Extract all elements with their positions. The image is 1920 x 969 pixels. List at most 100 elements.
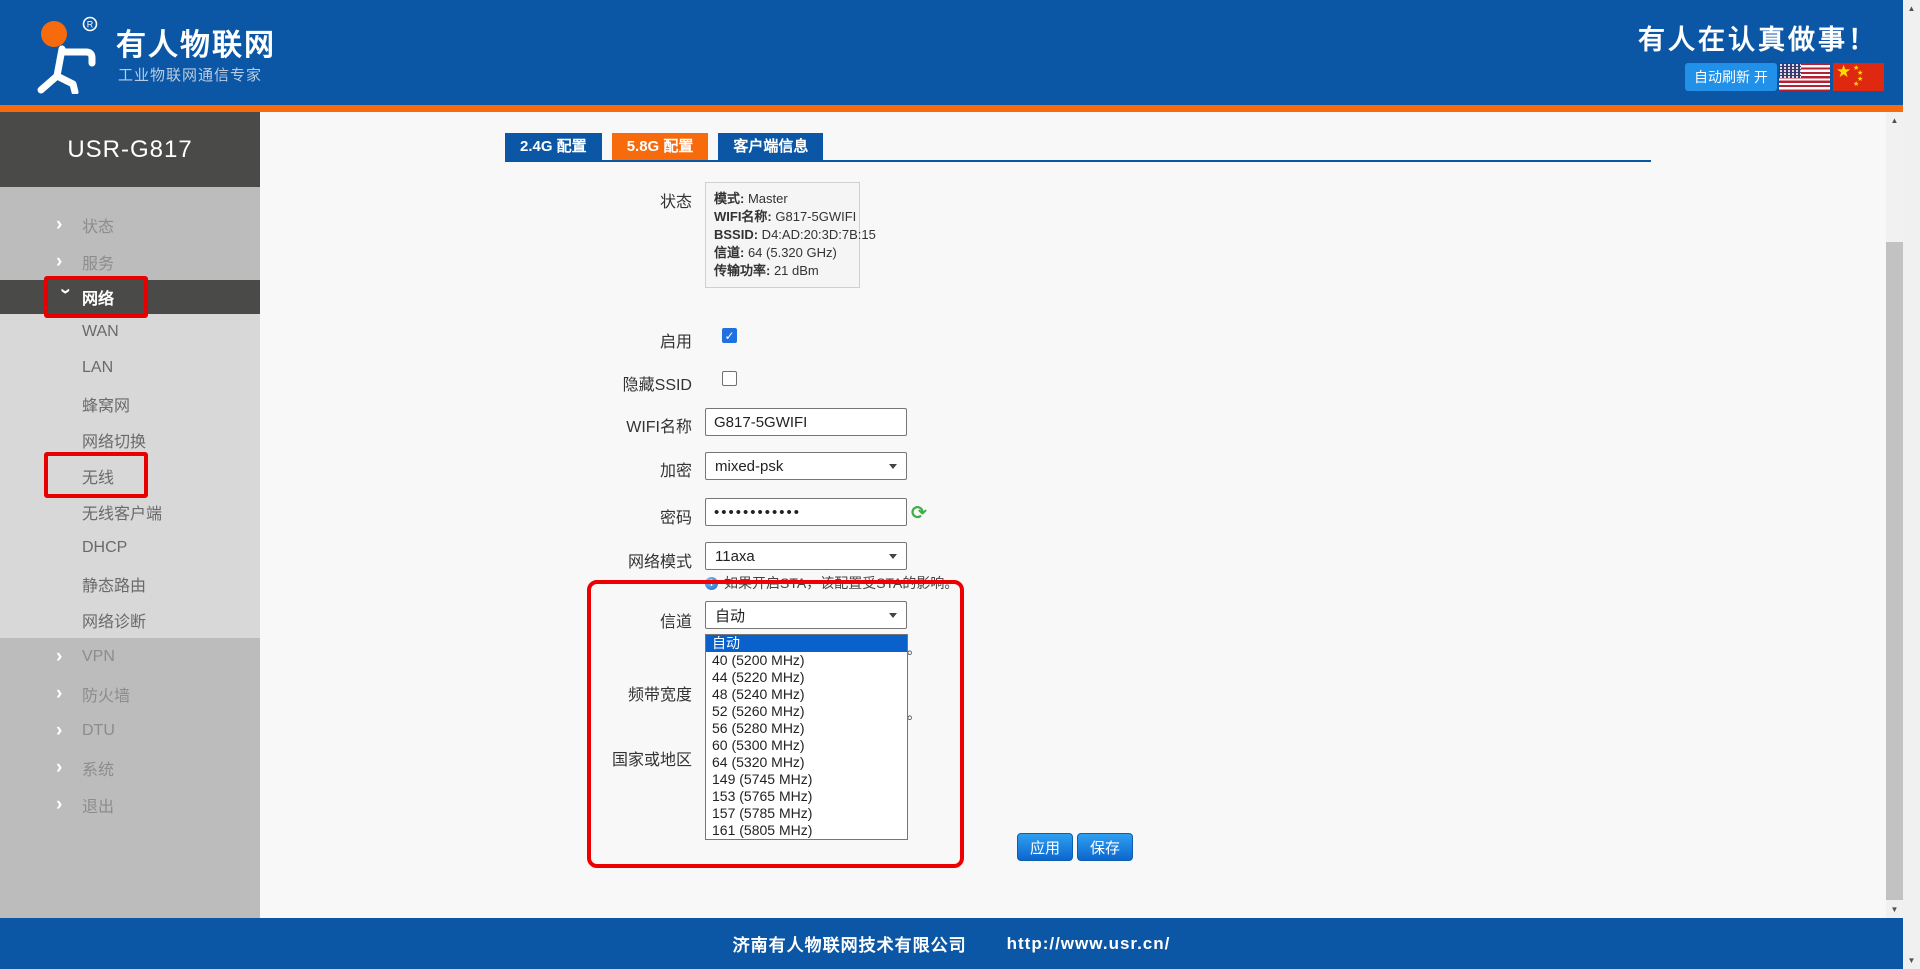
sidebar-item-无线[interactable]: 无线 — [0, 458, 260, 494]
scroll-down-icon[interactable]: ▼ — [1903, 952, 1920, 969]
hide-ssid-checkbox[interactable] — [722, 371, 737, 386]
network-mode-select[interactable]: 11axa — [705, 542, 907, 570]
sidebar-item-label: LAN — [82, 359, 113, 377]
tab-underline — [505, 160, 1651, 162]
status-line: BSSID: D4:AD:20:3D:7B:15 — [714, 226, 851, 244]
content-scrollbar-thumb[interactable] — [1886, 242, 1903, 900]
sidebar-item-label: 防火墙 — [82, 682, 130, 706]
sidebar-item-LAN[interactable]: LAN — [0, 350, 260, 386]
chevron-right-icon: › — [56, 720, 82, 742]
password-label: 密码 — [512, 504, 692, 528]
status-line: 信道: 64 (5.320 GHz) — [714, 244, 851, 262]
sidebar-item-label: 系统 — [82, 756, 114, 780]
sidebar-item-label: 网络切换 — [82, 428, 146, 452]
sidebar-item-label: 状态 — [82, 213, 114, 237]
network-mode-value: 11axa — [715, 548, 755, 565]
status-line: 模式: Master — [714, 190, 851, 208]
channel-option[interactable]: 149 (5745 MHz) — [706, 771, 907, 788]
scroll-up-icon[interactable]: ▲ — [1886, 112, 1903, 129]
chevron-right-icon: › — [56, 757, 82, 779]
sidebar-item-WAN[interactable]: WAN — [0, 314, 260, 350]
sidebar-item-DHCP[interactable]: DHCP — [0, 530, 260, 566]
sidebar-menu: ›状态›服务›网络WANLAN蜂窝网网络切换无线无线客户端DHCP静态路由网络诊… — [0, 206, 260, 823]
channel-option[interactable]: 48 (5240 MHz) — [706, 686, 907, 703]
status-line: WIFI名称: G817-5GWIFI — [714, 208, 851, 226]
star-icon: ★ — [1853, 80, 1859, 88]
channel-option[interactable]: 157 (5785 MHz) — [706, 805, 907, 822]
sidebar-item-网络诊断[interactable]: 网络诊断 — [0, 602, 260, 638]
channel-option[interactable]: 40 (5200 MHz) — [706, 652, 907, 669]
us-flag-language-icon[interactable] — [1779, 63, 1830, 91]
sidebar-item-label: 网络 — [82, 285, 114, 309]
channel-option[interactable]: 64 (5320 MHz) — [706, 754, 907, 771]
channel-label: 信道 — [512, 608, 692, 632]
channel-option[interactable]: 自动 — [706, 635, 907, 652]
sidebar-item-label: 无线 — [82, 464, 114, 488]
country-label: 国家或地区 — [512, 746, 692, 770]
sidebar-item-防火墙[interactable]: ›防火墙 — [0, 675, 260, 712]
sidebar-item-label: DHCP — [82, 539, 127, 557]
sidebar-item-label: 服务 — [82, 250, 114, 274]
wifi-name-label: WIFI名称 — [512, 413, 692, 437]
auto-refresh-toggle[interactable]: 自动刷新 开 — [1685, 63, 1777, 91]
sidebar-item-网络切换[interactable]: 网络切换 — [0, 422, 260, 458]
sidebar-item-label: DTU — [82, 722, 115, 740]
sidebar-item-状态[interactable]: ›状态 — [0, 206, 260, 243]
chevron-right-icon: › — [56, 683, 82, 705]
sidebar-item-退出[interactable]: ›退出 — [0, 786, 260, 823]
tab-client-info[interactable]: 客户端信息 — [718, 133, 823, 160]
chevron-expanded-icon: › — [54, 288, 76, 306]
channel-option[interactable]: 44 (5220 MHz) — [706, 669, 907, 686]
brand-title: 有人物联网 — [116, 20, 276, 64]
save-button[interactable]: 保存 — [1077, 833, 1133, 861]
footer: 济南有人物联网技术有限公司 http://www.usr.cn/ — [0, 918, 1903, 969]
channel-select[interactable]: 自动 — [705, 601, 907, 629]
sidebar-item-label: 蜂窝网 — [82, 392, 130, 416]
channel-option[interactable]: 52 (5260 MHz) — [706, 703, 907, 720]
sidebar-item-VPN[interactable]: ›VPN — [0, 638, 260, 675]
sidebar-item-静态路由[interactable]: 静态路由 — [0, 566, 260, 602]
password-refresh-icon[interactable]: ⟳ — [911, 502, 927, 525]
sidebar-item-label: 退出 — [82, 793, 114, 817]
hide-ssid-label: 隐藏SSID — [512, 371, 692, 395]
status-label: 状态 — [512, 188, 692, 212]
header-slogan: 有人在认真做事！ — [1610, 18, 1878, 57]
sidebar-item-label: 网络诊断 — [82, 608, 146, 632]
tab-bar: 2.4G 配置 5.8G 配置 客户端信息 — [505, 133, 823, 160]
wifi-name-input[interactable] — [705, 408, 907, 436]
sidebar: USR-G817 ›状态›服务›网络WANLAN蜂窝网网络切换无线无线客户端DH… — [0, 112, 260, 918]
chevron-down-icon — [889, 613, 897, 618]
network-mode-label: 网络模式 — [512, 548, 692, 572]
cn-flag-language-icon[interactable]: ★ ★ ★ ★ ★ — [1833, 63, 1884, 91]
scroll-down-icon[interactable]: ▼ — [1886, 901, 1903, 918]
channel-option[interactable]: 60 (5300 MHz) — [706, 737, 907, 754]
bandwidth-label: 频带宽度 — [512, 681, 692, 705]
channel-value: 自动 — [715, 605, 745, 626]
sidebar-item-服务[interactable]: ›服务 — [0, 243, 260, 280]
sidebar-item-系统[interactable]: ›系统 — [0, 749, 260, 786]
sta-hint: i 如果开启STA，该配置受STA的影响。 — [705, 573, 958, 593]
sidebar-item-网络[interactable]: › 网络 — [0, 280, 260, 314]
encryption-value: mixed-psk — [715, 458, 783, 475]
enable-checkbox[interactable]: ✓ — [722, 328, 737, 343]
apply-button[interactable]: 应用 — [1017, 833, 1073, 861]
sidebar-item-label: VPN — [82, 648, 115, 666]
main-content — [260, 112, 1886, 918]
sidebar-item-DTU[interactable]: ›DTU — [0, 712, 260, 749]
password-input[interactable] — [705, 498, 907, 526]
sidebar-item-蜂窝网[interactable]: 蜂窝网 — [0, 386, 260, 422]
encryption-select[interactable]: mixed-psk — [705, 452, 907, 480]
usr-logo-icon: R — [26, 14, 106, 94]
wifi-status-box: 模式: MasterWIFI名称: G817-5GWIFIBSSID: D4:A… — [705, 182, 860, 288]
router-config-page: R 有人物联网 工业物联网通信专家 有人在认真做事！ 自动刷新 开 ★ ★ ★ … — [0, 0, 1920, 969]
sidebar-item-无线客户端[interactable]: 无线客户端 — [0, 494, 260, 530]
channel-option[interactable]: 153 (5765 MHz) — [706, 788, 907, 805]
footer-url[interactable]: http://www.usr.cn/ — [1007, 934, 1171, 954]
accent-divider — [0, 105, 1903, 112]
page-scrollbar[interactable]: ▲ ▼ — [1903, 0, 1920, 969]
channel-option[interactable]: 161 (5805 MHz) — [706, 822, 907, 839]
channel-option[interactable]: 56 (5280 MHz) — [706, 720, 907, 737]
tab-2-4g-config[interactable]: 2.4G 配置 — [505, 133, 602, 160]
scroll-up-icon[interactable]: ▲ — [1903, 0, 1920, 17]
tab-5-8g-config[interactable]: 5.8G 配置 — [612, 133, 709, 160]
